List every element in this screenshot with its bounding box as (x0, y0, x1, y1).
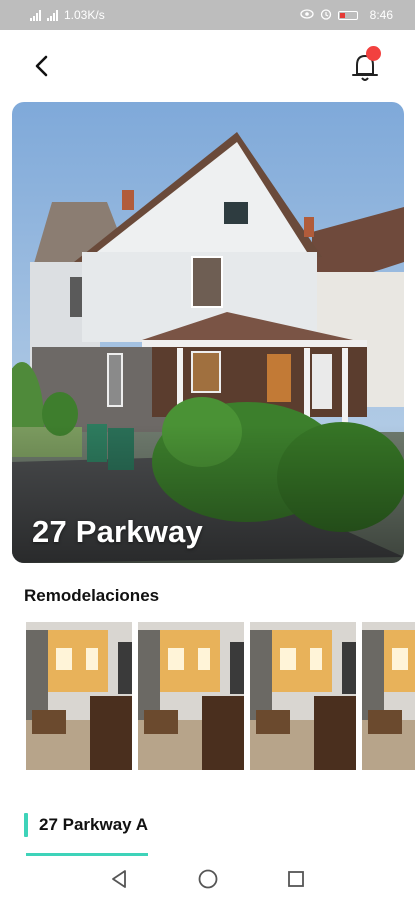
remodel-photo-3[interactable] (250, 622, 356, 770)
clock: 8:46 (369, 8, 393, 22)
remodel-gallery[interactable] (26, 622, 415, 772)
property-hero-image: 27 Parkway (12, 102, 404, 563)
house-photo (12, 102, 404, 563)
notification-dot (366, 46, 381, 61)
recents-square-icon (288, 871, 304, 887)
section-title-remodelaciones: Remodelaciones (24, 586, 160, 605)
remodel-photo-1[interactable] (26, 622, 132, 770)
network-speed: 1.03K/s (64, 8, 105, 22)
chevron-left-icon (35, 55, 48, 77)
remodel-photo-2[interactable] (138, 622, 244, 770)
remodel-photo-4[interactable] (362, 622, 415, 770)
nav-home-button[interactable] (195, 866, 221, 892)
back-triangle-icon (112, 870, 126, 888)
property-title: 27 Parkway (32, 514, 203, 549)
signal-icon (47, 9, 58, 21)
status-bar: 1.03K/s 15 8:46 (0, 0, 415, 30)
status-left: 1.03K/s (30, 8, 105, 22)
unit-tab-27-parkway-a[interactable]: 27 Parkway A (24, 812, 148, 838)
status-right: 15 8:46 (299, 8, 393, 23)
unit-accent-bar (24, 813, 28, 837)
battery-icon (337, 10, 358, 20)
signal-icon (30, 9, 41, 21)
home-circle-icon (198, 869, 218, 889)
back-button[interactable] (24, 48, 60, 84)
notifications-button[interactable] (348, 46, 388, 86)
nav-back-button[interactable] (106, 866, 132, 892)
nav-recents-button[interactable] (283, 866, 309, 892)
system-nav-bar (0, 856, 415, 900)
eye-icon (299, 8, 314, 22)
app-bar (0, 30, 415, 100)
alarm-icon (320, 8, 332, 23)
unit-label: 27 Parkway A (39, 815, 148, 834)
